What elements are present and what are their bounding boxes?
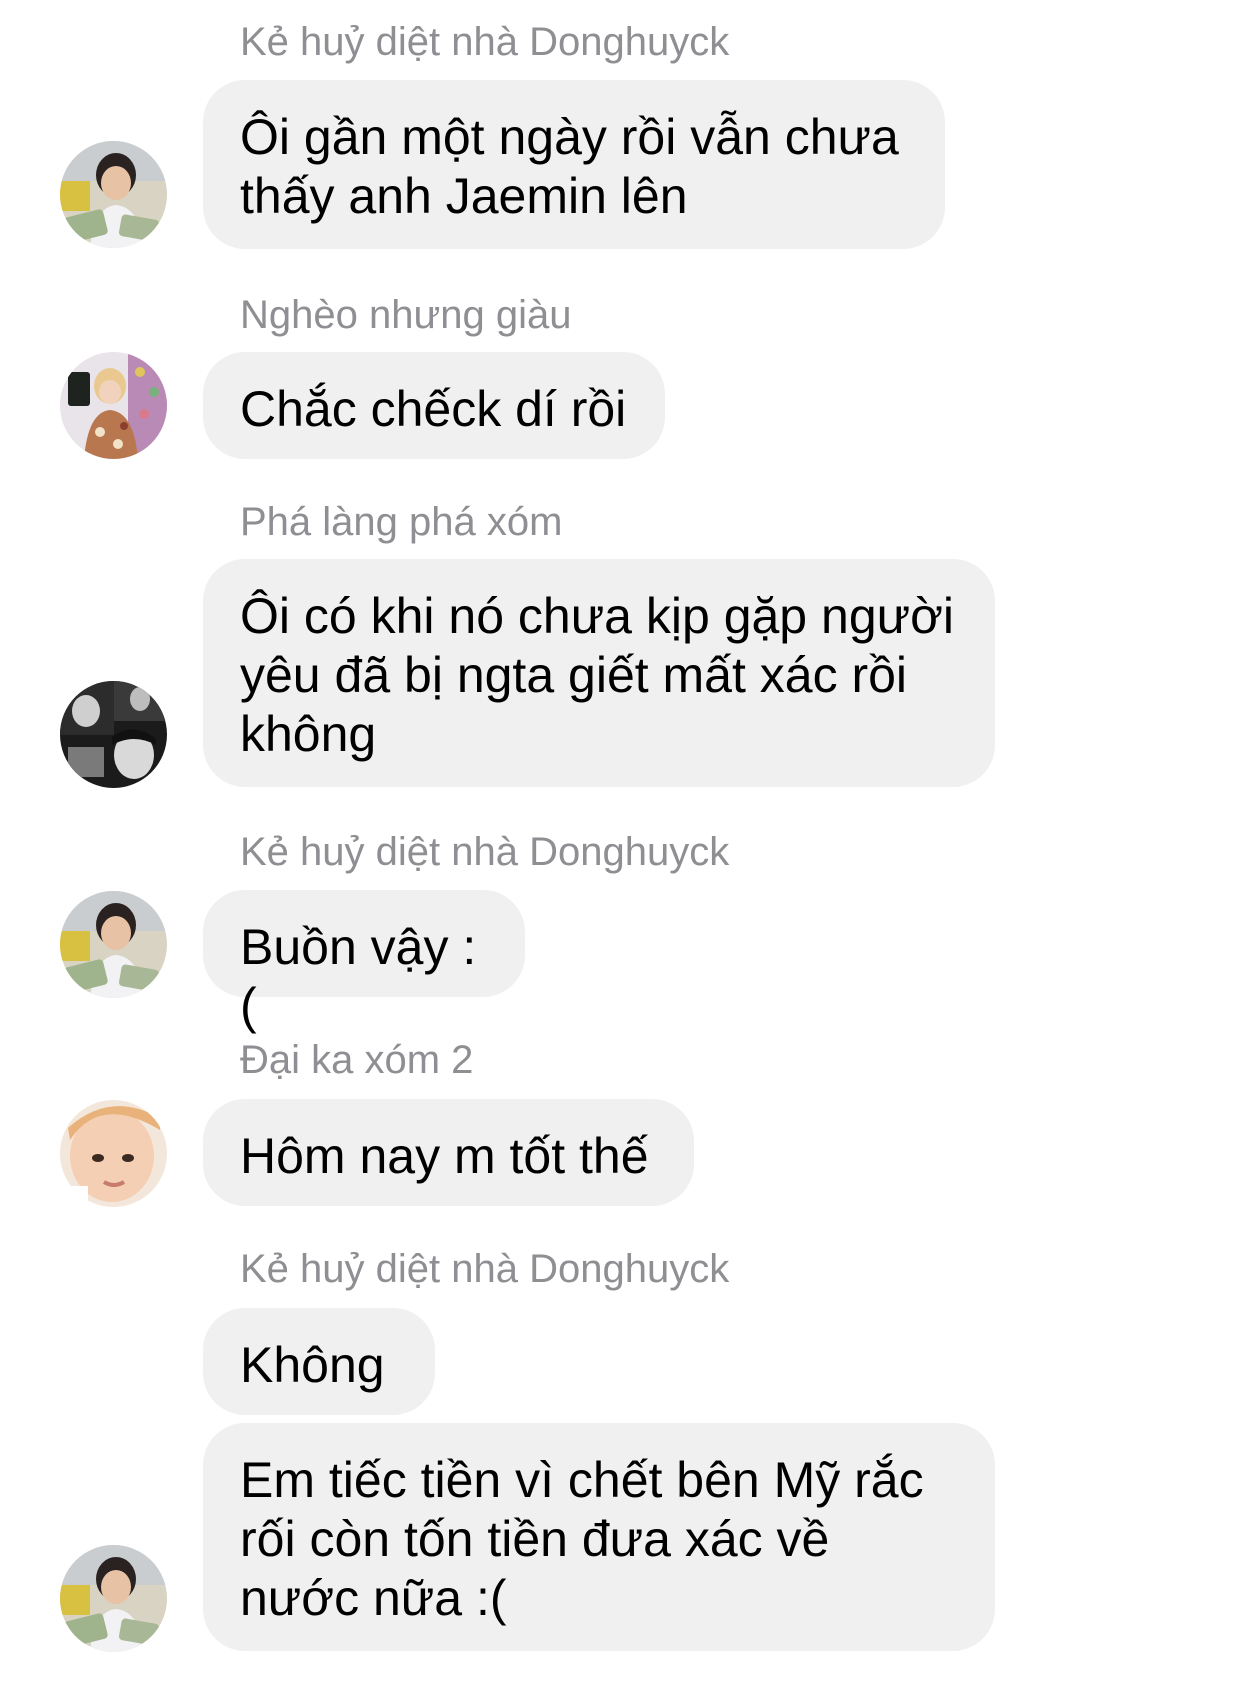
message-bubble[interactable]: Chắc chếck dí rồi — [203, 352, 665, 459]
message-bubble[interactable]: Ôi có khi nó chưa kịp gặp người yêu đã b… — [203, 559, 995, 787]
avatar[interactable] — [60, 1545, 167, 1652]
message-bubble[interactable]: Hôm nay m tốt thế — [203, 1099, 694, 1206]
avatar[interactable] — [60, 891, 167, 998]
message-bubble[interactable]: Em tiếc tiền vì chết bên Mỹ rắc rối còn … — [203, 1423, 995, 1651]
avatar-boy-with-money-icon — [60, 141, 167, 248]
sender-name: Kẻ huỷ diệt nhà Donghuyck — [240, 1247, 730, 1291]
message-bubble[interactable]: Ôi gần một ngày rồi vẫn chưa thấy anh Ja… — [203, 80, 945, 249]
sender-name: Kẻ huỷ diệt nhà Donghuyck — [240, 20, 730, 64]
sender-name: Đại ka xóm 2 — [240, 1038, 474, 1082]
avatar[interactable] — [60, 352, 167, 459]
sender-name: Kẻ huỷ diệt nhà Donghuyck — [240, 830, 730, 874]
avatar-boy-with-money-icon — [60, 891, 167, 998]
sender-name: Nghèo nhưng giàu — [240, 293, 572, 337]
avatar-boy-with-money-icon — [60, 1545, 167, 1652]
avatar[interactable] — [60, 681, 167, 788]
avatar[interactable] — [60, 141, 167, 248]
message-bubble[interactable]: Không — [203, 1308, 435, 1415]
avatar-idol-floral-shirt-icon — [60, 352, 167, 459]
avatar[interactable] — [60, 1100, 167, 1207]
sender-name: Phá làng phá xóm — [240, 500, 563, 544]
avatar-bw-collage-icon — [60, 681, 167, 788]
avatar-boy-closeup-icon — [60, 1100, 167, 1207]
message-bubble[interactable]: Buồn vậy :( — [203, 890, 525, 1034]
